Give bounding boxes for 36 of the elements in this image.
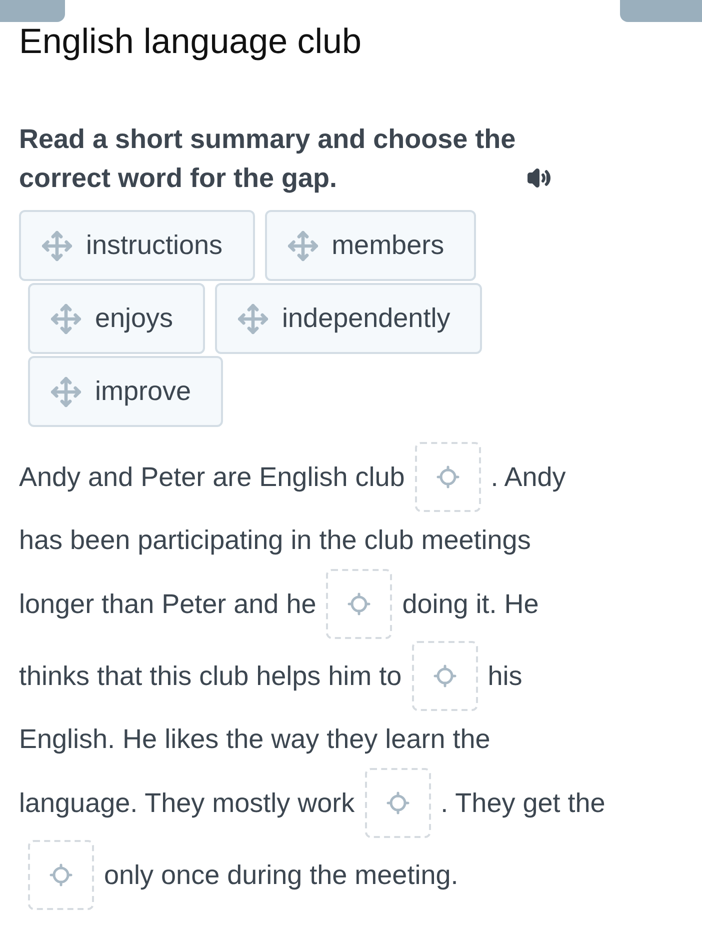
move-icon (41, 230, 73, 262)
word-chip[interactable]: members (264, 210, 476, 281)
target-icon (386, 791, 410, 815)
word-chip[interactable]: independently (215, 283, 482, 354)
move-icon (286, 230, 319, 262)
passage-text: . They get the (440, 786, 606, 820)
passage-text: English. He likes the way they learn the (19, 723, 490, 756)
passage-text: thinks that this club helps him to (19, 660, 402, 693)
target-icon (432, 664, 457, 688)
move-icon (237, 302, 270, 334)
passage-text: longer than Peter and he (19, 588, 316, 621)
move-icon (50, 302, 82, 334)
instruction-text: Read a short summary and choose the correct word for the gap. (19, 123, 517, 195)
answer-gap[interactable] (414, 442, 481, 512)
answer-gap[interactable] (364, 768, 431, 838)
top-bar-button[interactable] (0, 0, 65, 22)
passage-text: has been participating in the club meetings (19, 524, 531, 558)
passage-text: his (488, 660, 522, 693)
target-icon (49, 863, 73, 887)
top-bar-button[interactable] (620, 0, 702, 22)
word-chip[interactable]: enjoys (28, 283, 206, 354)
target-icon (436, 465, 460, 489)
speaker-icon[interactable] (527, 166, 551, 190)
passage-text: only once during the meeting. (104, 858, 458, 892)
passage-text: language. They mostly work (19, 786, 355, 820)
move-icon (50, 376, 82, 408)
answer-gap[interactable] (28, 840, 94, 910)
answer-gap[interactable] (326, 569, 392, 639)
target-icon (347, 592, 372, 616)
passage-text: doing it. He (402, 588, 539, 621)
passage-text: . Andy (490, 460, 566, 494)
answer-gap[interactable] (412, 641, 478, 711)
page-title: English language club (19, 21, 362, 63)
word-chip[interactable]: instructions (19, 210, 255, 281)
passage-text: Andy and Peter are English club (19, 460, 405, 494)
word-chip[interactable]: improve (28, 356, 224, 427)
